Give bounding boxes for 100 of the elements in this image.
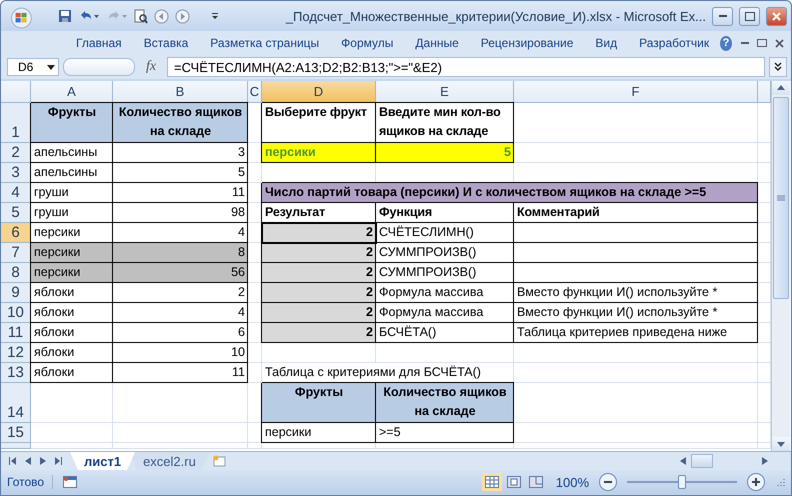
table-cell: Таблица критериев приведена ниже <box>514 323 758 343</box>
table-cell: апельсины <box>31 163 113 183</box>
close-button[interactable] <box>766 6 787 26</box>
table-cell: апельсины <box>31 143 113 163</box>
ribbon-tab[interactable]: Вставка <box>132 36 200 50</box>
ribbon-tab[interactable]: Вид <box>584 36 628 50</box>
table-cell: 10 <box>113 343 248 363</box>
row-header[interactable]: 1 <box>1 103 31 143</box>
previous-sheet-icon[interactable] <box>24 457 32 465</box>
down-arrow-icon[interactable] <box>777 440 785 448</box>
table-cell: СЧЁТЕСЛИМН() <box>376 223 514 243</box>
resize-handle[interactable] <box>63 58 135 76</box>
column-header[interactable]: F <box>514 81 758 103</box>
last-sheet-icon[interactable] <box>54 457 62 465</box>
row-header[interactable]: 2 <box>1 143 31 163</box>
table-cell: груши <box>31 203 113 223</box>
table-cell: 2 <box>262 223 376 243</box>
column-header[interactable]: E <box>376 81 514 103</box>
restore-button[interactable] <box>756 37 768 49</box>
slider-thumb[interactable] <box>678 475 686 489</box>
save-icon[interactable] <box>58 9 72 23</box>
empty-cell <box>248 363 262 383</box>
restore-icon <box>744 12 754 20</box>
name-box[interactable]: D6 <box>7 58 59 76</box>
row-header[interactable]: 4 <box>1 183 31 203</box>
print-preview-icon[interactable] <box>134 8 148 24</box>
chevron-icon <box>774 62 782 72</box>
row-header[interactable]: 6 <box>1 223 31 243</box>
ribbon-tab[interactable]: Формулы <box>330 36 404 50</box>
table-cell: персики <box>262 423 376 443</box>
table-cell: Вместо функции И() используйте * <box>514 303 758 323</box>
table-cell: яблоки <box>31 303 113 323</box>
column-header[interactable]: D <box>262 81 376 103</box>
scroll-left-icon[interactable] <box>679 457 687 465</box>
row-header[interactable]: 10 <box>1 303 31 323</box>
first-sheet-icon[interactable] <box>9 457 17 465</box>
zoom-level[interactable]: 100% <box>556 474 589 490</box>
table-cell: яблоки <box>31 323 113 343</box>
table-cell: 11 <box>113 183 248 203</box>
next-sheet-icon[interactable] <box>39 457 47 465</box>
scrollbar-thumb[interactable] <box>691 454 713 468</box>
ribbon-tab[interactable]: Разметка страницы <box>199 36 330 50</box>
status-text: Готово <box>7 475 54 489</box>
table-cell: 4 <box>113 303 248 323</box>
back-icon[interactable] <box>154 8 169 24</box>
scroll-up-button[interactable] <box>772 81 790 95</box>
plus-icon <box>752 478 760 486</box>
minimize-icon <box>718 14 727 18</box>
scroll-down-button[interactable] <box>772 437 790 451</box>
column-header[interactable]: A <box>31 81 113 103</box>
row-header[interactable]: 13 <box>1 363 31 383</box>
table-cell: яблоки <box>31 363 113 383</box>
table-cell: персики <box>262 143 376 163</box>
scrollbar-thumb[interactable] <box>773 97 789 299</box>
table-cell: персики <box>31 243 113 263</box>
row-header[interactable]: 11 <box>1 323 31 343</box>
forward-icon[interactable] <box>174 8 190 24</box>
zoom-out-button[interactable] <box>599 473 617 491</box>
expand-button[interactable] <box>769 57 787 77</box>
minimize-icon <box>741 42 750 44</box>
row-header[interactable]: 12 <box>1 343 31 363</box>
row-header[interactable]: 3 <box>1 163 31 183</box>
table-cell: Формула массива <box>376 283 514 303</box>
empty-cell <box>248 163 262 183</box>
customize-icon[interactable] <box>210 11 220 21</box>
column-header[interactable]: B <box>113 81 248 103</box>
row-header[interactable]: 15 <box>1 423 31 443</box>
normal-view-button[interactable] <box>482 473 502 491</box>
table-cell: 8 <box>113 243 248 263</box>
scroll-right-icon[interactable] <box>761 457 769 465</box>
sheet-tab[interactable]: лист1 <box>70 452 136 470</box>
window-title: _Подсчет_Множественные_критерии(Условие_И).xlsx - Microsoft Ex... <box>284 8 706 24</box>
row-header[interactable]: 9 <box>1 283 31 303</box>
restore-button[interactable] <box>739 6 760 26</box>
table-cell: Фрукты <box>31 103 113 143</box>
minimize-button[interactable] <box>712 6 734 26</box>
table-cell: 11 <box>113 363 248 383</box>
column-header[interactable]: C <box>248 81 262 103</box>
grid-icon <box>484 476 499 488</box>
table-title: Число партий товара (персики) И с количеством ящиков на складе >=5 <box>262 183 758 203</box>
ribbon-tab[interactable]: Рецензирование <box>470 36 584 50</box>
table-cell: Количество ящиков на складе <box>376 383 514 423</box>
insert-function-button[interactable]: fx <box>139 59 163 75</box>
resize-grip-icon[interactable] <box>775 477 785 487</box>
zoom-in-button[interactable] <box>747 473 765 491</box>
macro-record-icon[interactable] <box>63 476 78 488</box>
row-header[interactable]: 8 <box>1 263 31 283</box>
table-cell: 2 <box>262 263 376 283</box>
table-cell: 56 <box>113 263 248 283</box>
row-header[interactable]: 5 <box>1 203 31 223</box>
row-header[interactable]: 14 <box>1 383 31 423</box>
ribbon-tab[interactable]: Главная <box>65 36 133 50</box>
dropdown-icon[interactable] <box>47 64 56 70</box>
ribbon-tab[interactable]: Разработчик <box>628 36 720 50</box>
close-button[interactable] <box>774 37 785 49</box>
up-arrow-icon[interactable] <box>777 84 785 92</box>
formula-field[interactable]: =СЧЁТЕСЛИМН(A2:A13;D2;B2:B13;">="&E2) <box>167 57 765 77</box>
ribbon-tab[interactable]: Данные <box>404 36 470 50</box>
row-header[interactable]: 7 <box>1 243 31 263</box>
help-button[interactable]: ? <box>720 36 732 50</box>
